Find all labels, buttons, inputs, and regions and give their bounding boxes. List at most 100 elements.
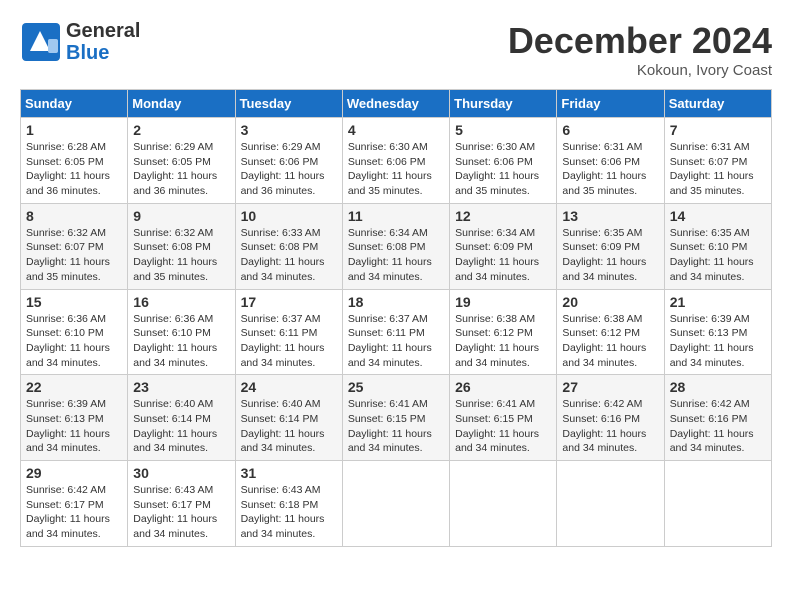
calendar-table: SundayMondayTuesdayWednesdayThursdayFrid…	[20, 89, 772, 547]
calendar-day-header: Sunday	[21, 90, 128, 118]
logo-blue: Blue	[66, 42, 140, 64]
calendar-cell	[450, 461, 557, 547]
day-number: 4	[348, 122, 444, 138]
calendar-cell: 26Sunrise: 6:41 AMSunset: 6:15 PMDayligh…	[450, 375, 557, 461]
day-info: Sunrise: 6:40 AMSunset: 6:14 PMDaylight:…	[133, 397, 229, 456]
calendar-cell: 28Sunrise: 6:42 AMSunset: 6:16 PMDayligh…	[664, 375, 771, 461]
calendar-cell: 25 Sunrise: 6:41 AMSunset: 6:15 PMDayligh…	[342, 375, 449, 461]
day-info: Sunrise: 6:32 AMSunset: 6:07 PMDaylight:…	[26, 226, 122, 285]
day-info: Sunrise: 6:30 AMSunset: 6:06 PMDaylight:…	[455, 140, 551, 199]
day-number: 30	[133, 465, 229, 481]
day-info: Sunrise: 6:36 AMSunset: 6:10 PMDaylight:…	[26, 312, 122, 371]
calendar-cell: 21 Sunrise: 6:39 AMSunset: 6:13 PMDayligh…	[664, 289, 771, 375]
calendar-day-header: Wednesday	[342, 90, 449, 118]
day-info: Sunrise: 6:29 AMSunset: 6:05 PMDaylight:…	[133, 140, 229, 199]
calendar-cell: 15Sunrise: 6:36 AMSunset: 6:10 PMDayligh…	[21, 289, 128, 375]
day-number: 3	[241, 122, 337, 138]
calendar-week-row: 8 Sunrise: 6:32 AMSunset: 6:07 PMDaylight…	[21, 203, 772, 289]
day-info: Sunrise: 6:39 AMSunset: 6:13 PMDaylight:…	[26, 397, 122, 456]
day-number: 23	[133, 379, 229, 395]
day-number: 27	[562, 379, 658, 395]
calendar-cell: 27 Sunrise: 6:42 AMSunset: 6:16 PMDayligh…	[557, 375, 664, 461]
day-number: 29	[26, 465, 122, 481]
calendar-cell: 5 Sunrise: 6:30 AMSunset: 6:06 PMDaylight…	[450, 118, 557, 204]
calendar-cell: 18Sunrise: 6:37 AMSunset: 6:11 PMDayligh…	[342, 289, 449, 375]
calendar-cell: 6Sunrise: 6:31 AMSunset: 6:06 PMDaylight…	[557, 118, 664, 204]
calendar-cell: 9 Sunrise: 6:32 AMSunset: 6:08 PMDaylight…	[128, 203, 235, 289]
day-number: 18	[348, 294, 444, 310]
calendar-cell: 13Sunrise: 6:35 AMSunset: 6:09 PMDayligh…	[557, 203, 664, 289]
day-number: 16	[133, 294, 229, 310]
day-number: 7	[670, 122, 766, 138]
day-number: 24	[241, 379, 337, 395]
calendar-cell: 4 Sunrise: 6:30 AMSunset: 6:06 PMDaylight…	[342, 118, 449, 204]
page-header: General Blue December 2024 Kokoun, Ivory…	[20, 20, 772, 79]
day-info: Sunrise: 6:28 AMSunset: 6:05 PMDaylight:…	[26, 140, 122, 199]
calendar-body: 1 Sunrise: 6:28 AMSunset: 6:05 PMDaylight…	[21, 118, 772, 547]
day-number: 1	[26, 122, 122, 138]
calendar-week-row: 29 Sunrise: 6:42 AMSunset: 6:17 PMDayligh…	[21, 461, 772, 547]
title-block: December 2024 Kokoun, Ivory Coast	[508, 20, 772, 79]
calendar-day-header: Monday	[128, 90, 235, 118]
calendar-cell	[557, 461, 664, 547]
calendar-cell	[664, 461, 771, 547]
calendar-cell: 29 Sunrise: 6:42 AMSunset: 6:17 PMDayligh…	[21, 461, 128, 547]
day-number: 22	[26, 379, 122, 395]
day-info: Sunrise: 6:41 AMSunset: 6:15 PMDaylight:…	[348, 397, 444, 456]
day-number: 2	[133, 122, 229, 138]
day-number: 10	[241, 208, 337, 224]
calendar-cell: 17 Sunrise: 6:37 AMSunset: 6:11 PMDayligh…	[235, 289, 342, 375]
day-number: 14	[670, 208, 766, 224]
day-number: 5	[455, 122, 551, 138]
day-info: Sunrise: 6:41 AMSunset: 6:15 PMDaylight:…	[455, 397, 551, 456]
day-number: 25	[348, 379, 444, 395]
logo-icon	[20, 21, 62, 63]
calendar-cell: 16 Sunrise: 6:36 AMSunset: 6:10 PMDayligh…	[128, 289, 235, 375]
day-number: 21	[670, 294, 766, 310]
calendar-cell: 8 Sunrise: 6:32 AMSunset: 6:07 PMDaylight…	[21, 203, 128, 289]
day-info: Sunrise: 6:32 AMSunset: 6:08 PMDaylight:…	[133, 226, 229, 285]
calendar-cell: 22 Sunrise: 6:39 AMSunset: 6:13 PMDayligh…	[21, 375, 128, 461]
calendar-cell: 12 Sunrise: 6:34 AMSunset: 6:09 PMDayligh…	[450, 203, 557, 289]
day-number: 9	[133, 208, 229, 224]
day-info: Sunrise: 6:31 AMSunset: 6:06 PMDaylight:…	[562, 140, 658, 199]
calendar-day-header: Thursday	[450, 90, 557, 118]
day-info: Sunrise: 6:36 AMSunset: 6:10 PMDaylight:…	[133, 312, 229, 371]
day-info: Sunrise: 6:33 AMSunset: 6:08 PMDaylight:…	[241, 226, 337, 285]
day-info: Sunrise: 6:37 AMSunset: 6:11 PMDaylight:…	[241, 312, 337, 371]
day-number: 12	[455, 208, 551, 224]
day-info: Sunrise: 6:43 AMSunset: 6:18 PMDaylight:…	[241, 483, 337, 542]
calendar-week-row: 1 Sunrise: 6:28 AMSunset: 6:05 PMDaylight…	[21, 118, 772, 204]
day-number: 19	[455, 294, 551, 310]
calendar-day-header: Saturday	[664, 90, 771, 118]
day-info: Sunrise: 6:42 AMSunset: 6:17 PMDaylight:…	[26, 483, 122, 542]
calendar-cell: 14 Sunrise: 6:35 AMSunset: 6:10 PMDayligh…	[664, 203, 771, 289]
location: Kokoun, Ivory Coast	[508, 62, 772, 79]
day-info: Sunrise: 6:31 AMSunset: 6:07 PMDaylight:…	[670, 140, 766, 199]
calendar-cell: 2 Sunrise: 6:29 AMSunset: 6:05 PMDaylight…	[128, 118, 235, 204]
day-info: Sunrise: 6:34 AMSunset: 6:09 PMDaylight:…	[455, 226, 551, 285]
day-info: Sunrise: 6:34 AMSunset: 6:08 PMDaylight:…	[348, 226, 444, 285]
day-number: 8	[26, 208, 122, 224]
calendar-cell: 30 Sunrise: 6:43 AMSunset: 6:17 PMDayligh…	[128, 461, 235, 547]
day-number: 28	[670, 379, 766, 395]
day-info: Sunrise: 6:35 AMSunset: 6:10 PMDaylight:…	[670, 226, 766, 285]
logo-general: General	[66, 20, 140, 42]
calendar-cell: 31 Sunrise: 6:43 AMSunset: 6:18 PMDayligh…	[235, 461, 342, 547]
calendar-cell: 19 Sunrise: 6:38 AMSunset: 6:12 PMDayligh…	[450, 289, 557, 375]
calendar-cell: 24Sunrise: 6:40 AMSunset: 6:14 PMDayligh…	[235, 375, 342, 461]
month-title: December 2024	[508, 20, 772, 62]
day-number: 13	[562, 208, 658, 224]
day-info: Sunrise: 6:42 AMSunset: 6:16 PMDaylight:…	[562, 397, 658, 456]
day-info: Sunrise: 6:38 AMSunset: 6:12 PMDaylight:…	[455, 312, 551, 371]
day-info: Sunrise: 6:30 AMSunset: 6:06 PMDaylight:…	[348, 140, 444, 199]
day-info: Sunrise: 6:43 AMSunset: 6:17 PMDaylight:…	[133, 483, 229, 542]
calendar-cell: 7 Sunrise: 6:31 AMSunset: 6:07 PMDaylight…	[664, 118, 771, 204]
calendar-cell: 3Sunrise: 6:29 AMSunset: 6:06 PMDaylight…	[235, 118, 342, 204]
calendar-day-header: Tuesday	[235, 90, 342, 118]
day-number: 17	[241, 294, 337, 310]
calendar-cell: 11Sunrise: 6:34 AMSunset: 6:08 PMDayligh…	[342, 203, 449, 289]
day-info: Sunrise: 6:39 AMSunset: 6:13 PMDaylight:…	[670, 312, 766, 371]
day-number: 31	[241, 465, 337, 481]
calendar-week-row: 22 Sunrise: 6:39 AMSunset: 6:13 PMDayligh…	[21, 375, 772, 461]
